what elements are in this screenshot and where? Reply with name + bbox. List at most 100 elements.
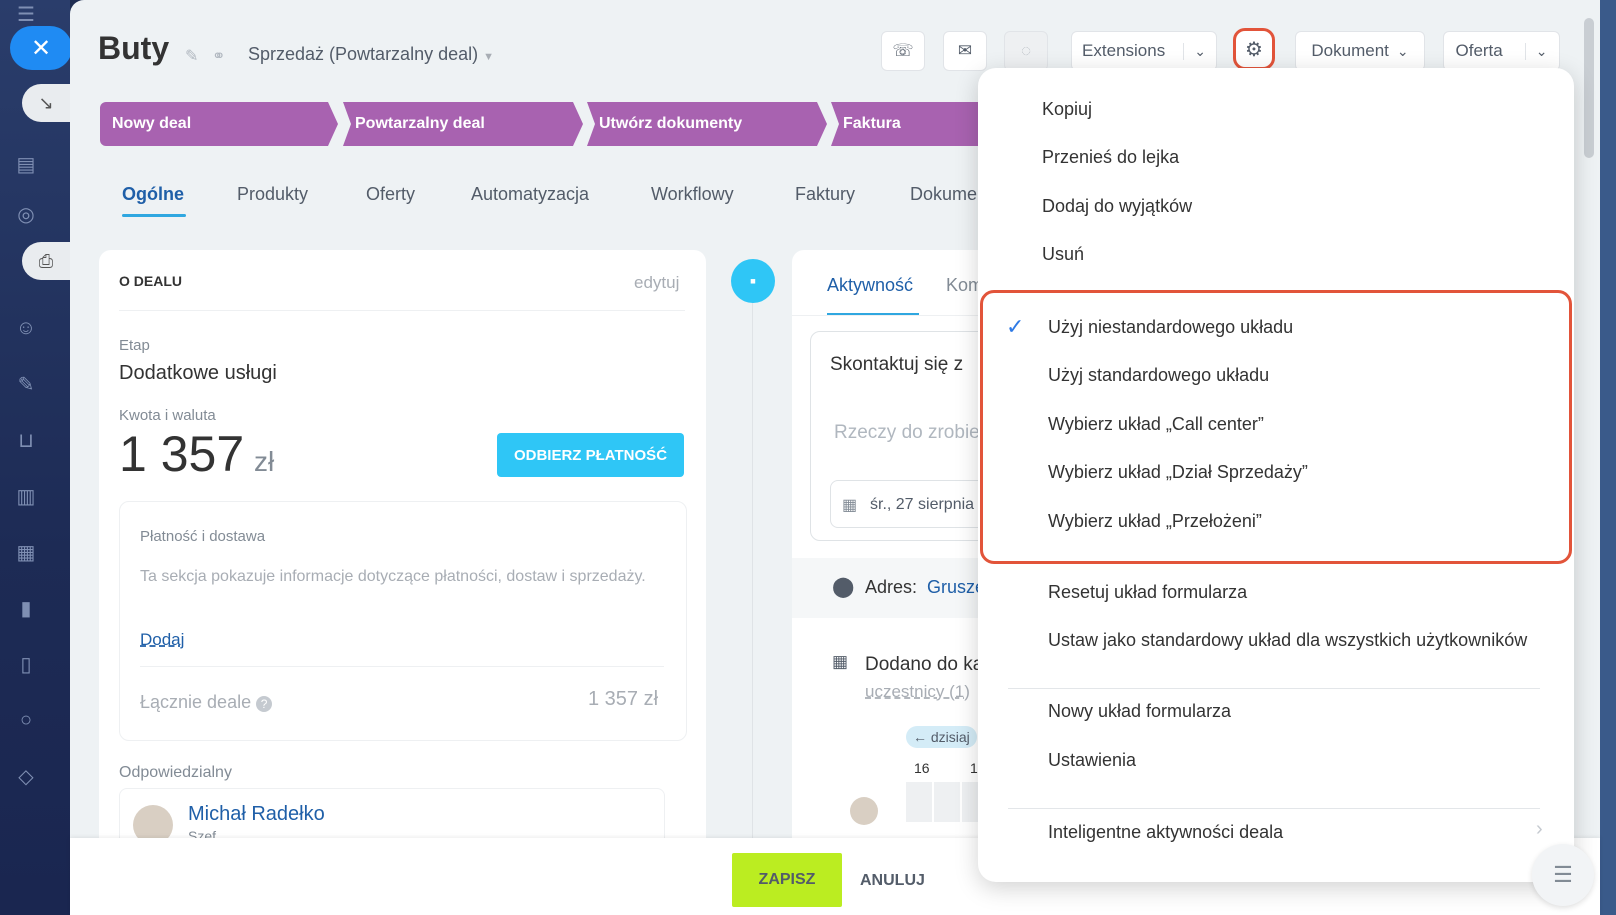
stage-create-documents[interactable]: Utwórz dokumenty: [587, 102, 827, 146]
scrollbar[interactable]: [1584, 18, 1594, 158]
stage-label: Etap: [119, 337, 150, 354]
pen-icon[interactable]: ✎: [12, 370, 40, 398]
divider: [119, 310, 685, 311]
menu-item-new-form-layout[interactable]: Nowy układ formularza: [1048, 701, 1231, 722]
section-title: O DEALU: [119, 273, 182, 289]
chart-icon[interactable]: ▮: [12, 594, 40, 622]
payment-description: Ta sekcja pokazuje informacje dotyczące …: [140, 568, 646, 585]
pipeline-selector[interactable]: Sprzedaż (Powtarzalny deal) ▼: [248, 44, 494, 65]
today-chip[interactable]: ← dzisiaj: [906, 726, 977, 748]
menu-item-set-default-for-all[interactable]: Ustaw jako standardowy układ dla wszystk…: [1048, 630, 1527, 651]
menu-item-move-to-pipeline[interactable]: Przenieś do lejka: [1042, 147, 1179, 168]
address-value[interactable]: Grusze: [927, 577, 985, 598]
menu-item-add-to-exceptions[interactable]: Dodaj do wyjątków: [1042, 196, 1192, 217]
added-title: Dodano do ka: [865, 654, 984, 675]
tab-documents[interactable]: Dokume: [910, 184, 977, 205]
menu-icon[interactable]: ☰: [12, 0, 40, 28]
total-deals-label: Łącznie deale ?: [140, 692, 273, 713]
oferta-label: Oferta: [1455, 41, 1503, 60]
settings-button[interactable]: ⚙: [1233, 28, 1275, 70]
edit-link[interactable]: edytuj: [634, 273, 679, 293]
help-icon[interactable]: ?: [256, 696, 273, 712]
chevron-down-icon: ▼: [483, 51, 495, 63]
menu-item-settings[interactable]: Ustawienia: [1048, 750, 1136, 771]
close-slider-button[interactable]: ✕: [10, 26, 72, 70]
menu-divider: [1008, 688, 1540, 689]
day-label: 16: [914, 760, 930, 776]
robot-icon[interactable]: ☺: [12, 314, 40, 342]
menu-item-copy[interactable]: Kopiuj: [1042, 99, 1092, 120]
call-button[interactable]: ☏: [881, 31, 925, 71]
responsible-label: Odpowiedzialny: [119, 764, 232, 781]
contact-title: Skontaktuj się z: [830, 354, 964, 375]
menu-item-delete[interactable]: Usuń: [1042, 244, 1084, 265]
chat-icon: ◌: [1020, 41, 1032, 60]
stage-new-deal[interactable]: Nowy deal: [100, 102, 338, 146]
menu-item-reset-form[interactable]: Resetuj układ formularza: [1048, 582, 1247, 603]
date-value: śr., 27 sierpnia: [870, 496, 975, 513]
add-payment-link[interactable]: Dodaj: [140, 630, 184, 650]
cancel-button[interactable]: ANULUJ: [860, 872, 925, 890]
target-icon[interactable]: ◎: [12, 200, 40, 228]
receive-payment-button[interactable]: ODBIERZ PŁATNOŚĆ: [497, 433, 684, 477]
list-menu-icon[interactable]: ☰: [1532, 844, 1594, 906]
background-strip: [1600, 0, 1616, 915]
chevron-right-icon: ›: [1536, 818, 1543, 840]
chevron-down-icon: ⌄: [1396, 42, 1409, 59]
divider: [792, 315, 992, 316]
tab-workflows[interactable]: Workflowy: [651, 184, 734, 205]
amount-value[interactable]: 1 357: [119, 425, 244, 483]
tab-offers[interactable]: Oferty: [366, 184, 415, 205]
phone-icon: ☏: [892, 41, 914, 60]
extensions-button[interactable]: Extensions ⌄: [1071, 31, 1217, 71]
tab-invoices[interactable]: Faktury: [795, 184, 855, 205]
stage-repeat-deal[interactable]: Powtarzalny deal: [343, 102, 583, 146]
menu-item-smart-activities[interactable]: Inteligentne aktywności deala: [1048, 822, 1283, 843]
document-icon[interactable]: ▯: [12, 650, 40, 678]
timeline-line: [752, 280, 753, 840]
participants-link[interactable]: uczestnicy (1): [865, 682, 970, 702]
divider: [140, 666, 664, 667]
comment-icon: ▪: [731, 259, 775, 303]
page-title: Buty: [98, 30, 170, 66]
gear-icon: ⚙: [1245, 38, 1263, 61]
envelope-icon: ✉: [957, 41, 973, 60]
pencil-icon[interactable]: ✎: [185, 46, 198, 66]
tab-activity[interactable]: Aktywność: [827, 275, 913, 296]
stage-value[interactable]: Dodatkowe usługi: [119, 362, 277, 385]
circle-icon[interactable]: ○: [12, 706, 40, 734]
calendar-icon: ▦: [842, 497, 858, 514]
link-icon[interactable]: ⚭: [212, 46, 225, 66]
oferta-button[interactable]: Oferta ⌄: [1443, 31, 1560, 71]
minimize-button[interactable]: ↘: [22, 84, 70, 122]
payment-title: Płatność i dostawa: [140, 528, 266, 545]
menu-divider: [1008, 808, 1540, 809]
stage-invoice[interactable]: Faktura: [831, 102, 991, 146]
cart-icon[interactable]: ⊔: [12, 426, 40, 454]
tab-products[interactable]: Produkty: [237, 184, 308, 205]
close-icon: ✕: [30, 34, 52, 62]
email-button[interactable]: ✉: [943, 31, 987, 71]
chat-button[interactable]: ◌: [1004, 31, 1048, 71]
currency-label: zł: [254, 446, 275, 477]
responsible-name[interactable]: Michał Radełko: [188, 803, 325, 826]
print-button[interactable]: ⎙: [22, 242, 70, 280]
dokument-button[interactable]: Dokument ⌄: [1295, 31, 1425, 71]
save-button[interactable]: ZAPISZ: [732, 853, 842, 907]
address-label: Adres:: [865, 577, 918, 597]
chevron-down-icon: ⌄: [1524, 42, 1547, 60]
tab-general[interactable]: Ogólne: [122, 184, 184, 205]
left-sidebar: ☰ ▤ ◎ ☺ ✎ ⊔ ▥ ▦ ▮ ▯ ○ ◇: [0, 0, 70, 915]
card-icon[interactable]: ▤: [12, 150, 40, 178]
tab-automation[interactable]: Automatyzacja: [471, 184, 589, 205]
total-deals-value: 1 357 zł: [588, 688, 659, 710]
calendar-icon[interactable]: ▦: [12, 538, 40, 566]
building-icon[interactable]: ▥: [12, 482, 40, 510]
todo-input[interactable]: Rzeczy do zrobie: [834, 422, 980, 444]
cube-icon[interactable]: ◇: [12, 762, 40, 790]
today-chip-label: ← dzisiaj: [913, 729, 970, 745]
layout-options-highlight: [980, 290, 1572, 564]
location-pin-icon: ⬤: [832, 576, 855, 598]
dokument-label: Dokument: [1311, 41, 1389, 60]
arrow-down-left-icon: ↘: [38, 92, 54, 113]
